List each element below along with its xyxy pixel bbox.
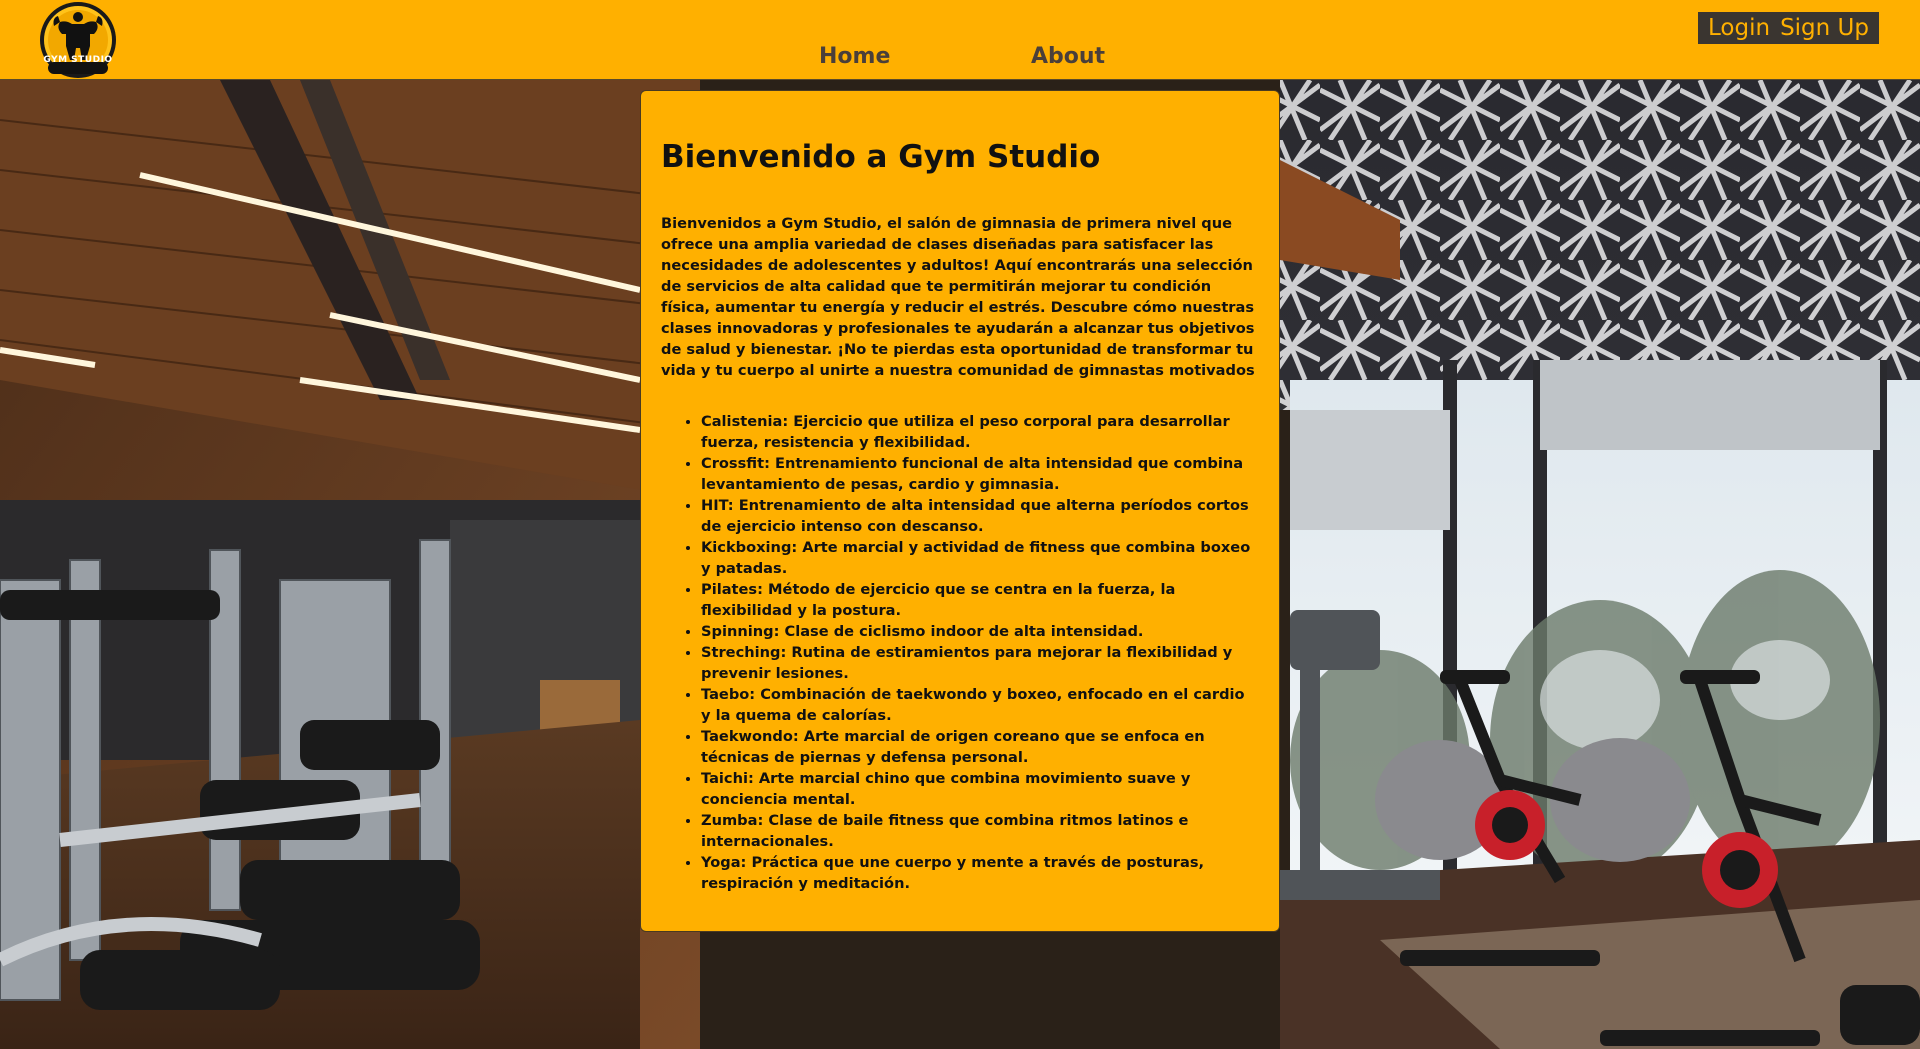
class-item-yoga: Yoga: Práctica que une cuerpo y mente a … bbox=[701, 852, 1257, 894]
class-item-taekwondo: Taekwondo: Arte marcial de origen corean… bbox=[701, 726, 1257, 768]
class-item-calistenia: Calistenia: Ejercicio que utiliza el pes… bbox=[701, 411, 1257, 453]
class-item-hit: HIT: Entrenamiento de alta intensidad qu… bbox=[701, 495, 1257, 537]
welcome-panel: Bienvenido a Gym Studio Bienvenidos a Gy… bbox=[640, 90, 1280, 932]
logo-text: GYM STUDIO bbox=[43, 55, 113, 65]
class-item-kickboxing: Kickboxing: Arte marcial y actividad de … bbox=[701, 537, 1257, 579]
nav-home-link[interactable]: Home bbox=[819, 44, 890, 69]
signup-link[interactable]: Sign Up bbox=[1775, 15, 1874, 41]
class-item-crossfit: Crossfit: Entrenamiento funcional de alt… bbox=[701, 453, 1257, 495]
page-title: Bienvenido a Gym Studio bbox=[661, 139, 1101, 175]
auth-links: Login Sign Up bbox=[1698, 12, 1879, 44]
class-item-streching: Streching: Rutina de estiramientos para … bbox=[701, 642, 1257, 684]
class-item-taebo: Taebo: Combinación de taekwondo y boxeo,… bbox=[701, 684, 1257, 726]
class-item-zumba: Zumba: Clase de baile fitness que combin… bbox=[701, 810, 1257, 852]
gym-studio-logo[interactable] bbox=[30, 0, 126, 80]
class-item-taichi: Taichi: Arte marcial chino que combina m… bbox=[701, 768, 1257, 810]
site-header: GYM STUDIO Home About Login Sign Up bbox=[0, 0, 1920, 80]
class-item-pilates: Pilates: Método de ejercicio que se cent… bbox=[701, 579, 1257, 621]
class-item-spinning: Spinning: Clase de ciclismo indoor de al… bbox=[701, 621, 1257, 642]
nav-about-link[interactable]: About bbox=[1031, 44, 1105, 69]
login-link[interactable]: Login bbox=[1703, 15, 1775, 41]
classes-list: Calistenia: Ejercicio que utiliza el pes… bbox=[661, 411, 1257, 894]
intro-paragraph: Bienvenidos a Gym Studio, el salón de gi… bbox=[661, 215, 1255, 379]
bodybuilder-silhouette-icon bbox=[40, 2, 116, 78]
